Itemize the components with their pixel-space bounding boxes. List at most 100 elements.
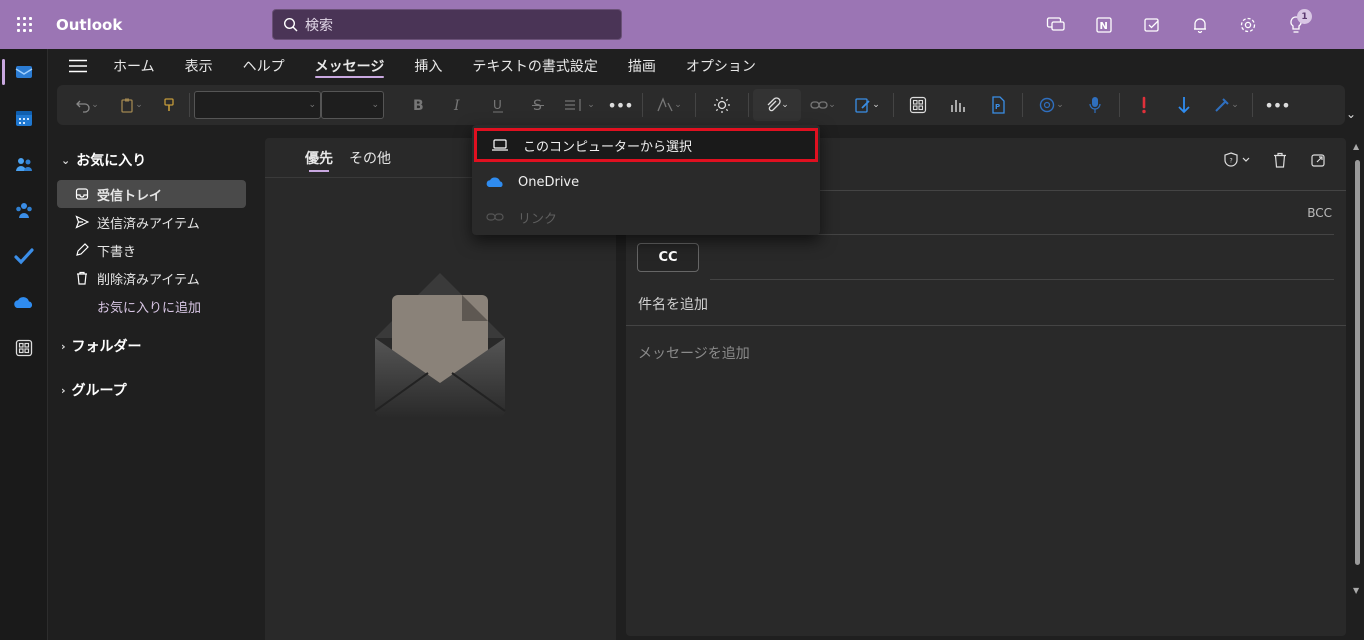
scrollbar-thumb[interactable] bbox=[1355, 160, 1360, 565]
onedrive-icon bbox=[484, 175, 506, 189]
groups-header[interactable]: › グループ bbox=[57, 370, 257, 410]
menu-item-label: リンク bbox=[518, 211, 558, 227]
send-icon bbox=[75, 215, 91, 229]
search-box[interactable]: 検索 bbox=[272, 9, 622, 40]
discard-trash-icon[interactable] bbox=[1272, 152, 1288, 172]
bcc-button[interactable]: BCC bbox=[1307, 206, 1332, 220]
dictate-icon[interactable] bbox=[1075, 89, 1115, 121]
italic-icon[interactable]: I bbox=[438, 89, 478, 121]
editor-icon[interactable]: ⌄ bbox=[647, 89, 691, 121]
chart-icon[interactable] bbox=[938, 89, 978, 121]
calendar-app-icon[interactable] bbox=[0, 95, 48, 141]
document-icon[interactable]: P bbox=[978, 89, 1018, 121]
signature-icon[interactable]: ⌄ bbox=[845, 89, 889, 121]
underline-icon[interactable]: U bbox=[478, 89, 518, 121]
todo-note-icon[interactable] bbox=[1128, 0, 1176, 49]
toolbar-divider bbox=[642, 93, 643, 117]
onenote-icon[interactable]: N bbox=[1080, 0, 1128, 49]
mail-app-icon[interactable] bbox=[0, 49, 48, 95]
tab-view[interactable]: 表示 bbox=[170, 49, 228, 83]
attach-from-onedrive[interactable]: OneDrive bbox=[472, 164, 820, 200]
folder-label: 下書き bbox=[97, 244, 137, 260]
pop-out-icon[interactable] bbox=[1310, 152, 1326, 172]
inbox-icon bbox=[75, 187, 91, 201]
folder-label: 送信済みアイテム bbox=[97, 216, 200, 232]
chevron-right-icon: › bbox=[61, 383, 66, 397]
font-name-select[interactable]: ⌄ bbox=[194, 91, 321, 119]
gear-icon[interactable] bbox=[1224, 0, 1272, 49]
link-icon[interactable]: ⌄ bbox=[801, 89, 845, 121]
folder-label: 受信トレイ bbox=[97, 188, 163, 204]
cc-button[interactable]: CC bbox=[637, 243, 699, 272]
tab-message[interactable]: メッセージ bbox=[300, 49, 400, 83]
folder-drafts[interactable]: 下書き bbox=[57, 236, 246, 264]
bell-icon[interactable] bbox=[1176, 0, 1224, 49]
lightbulb-icon[interactable]: 1 bbox=[1272, 0, 1320, 49]
folder-deleted[interactable]: 削除済みアイテム bbox=[57, 264, 246, 292]
search-icon bbox=[283, 17, 298, 31]
tab-home[interactable]: ホーム bbox=[98, 49, 170, 83]
undo-icon[interactable]: ⌄ bbox=[65, 89, 109, 121]
groups-app-icon[interactable] bbox=[0, 187, 48, 233]
strikethrough-icon[interactable]: S bbox=[518, 89, 558, 121]
ribbon-expand-icon[interactable]: ⌄ bbox=[1346, 107, 1356, 121]
more-formatting-icon[interactable]: ••• bbox=[602, 89, 638, 121]
ribbon-tabs: ホーム 表示 ヘルプ メッセージ 挿入 テキストの書式設定 描画 オプション bbox=[58, 49, 771, 83]
teams-chat-icon[interactable] bbox=[1032, 0, 1080, 49]
attach-from-computer[interactable]: このコンピューターから選択 bbox=[474, 128, 818, 162]
tab-options[interactable]: オプション bbox=[671, 49, 771, 83]
favorites-header[interactable]: ⌄ お気に入り bbox=[57, 140, 257, 180]
copilot-icon[interactable]: ⌄ bbox=[1027, 89, 1075, 121]
groups-label: グループ bbox=[71, 383, 127, 399]
sensitivity-icon[interactable]: ⌄ bbox=[1204, 89, 1248, 121]
todo-app-icon[interactable] bbox=[0, 233, 48, 279]
more-apps-icon[interactable] bbox=[0, 325, 48, 371]
brightness-icon[interactable] bbox=[700, 89, 744, 121]
bold-icon[interactable]: B bbox=[398, 89, 438, 121]
paragraph-spacing-icon[interactable]: ⌄ bbox=[558, 89, 602, 121]
attach-file-icon[interactable]: ⌄ bbox=[753, 89, 801, 121]
format-painter-icon[interactable] bbox=[153, 89, 185, 121]
empty-mailbox-illustration bbox=[370, 273, 510, 427]
message-body-field[interactable]: メッセージを追加 bbox=[638, 343, 750, 363]
apps-icon[interactable] bbox=[898, 89, 938, 121]
paste-icon[interactable]: ⌄ bbox=[109, 89, 153, 121]
more-options-icon[interactable]: ••• bbox=[1257, 89, 1297, 121]
sensitivity-shield-icon[interactable]: ? bbox=[1224, 152, 1250, 172]
app-title: Outlook bbox=[56, 15, 123, 34]
toolbar-divider bbox=[1022, 93, 1023, 117]
app-launcher-icon[interactable] bbox=[0, 0, 48, 49]
compose-scrollbar[interactable]: ▲ ▼ bbox=[1352, 140, 1362, 640]
tab-format-text[interactable]: テキストの書式設定 bbox=[457, 49, 613, 83]
high-importance-icon[interactable] bbox=[1124, 89, 1164, 121]
favorites-label: お気に入り bbox=[76, 153, 147, 169]
folder-inbox[interactable]: 受信トレイ bbox=[57, 180, 246, 208]
svg-text:I: I bbox=[453, 98, 460, 112]
people-app-icon[interactable] bbox=[0, 141, 48, 187]
font-size-select[interactable]: ⌄ bbox=[321, 91, 384, 119]
svg-text:N: N bbox=[1100, 21, 1108, 32]
low-importance-icon[interactable] bbox=[1164, 89, 1204, 121]
onedrive-app-icon[interactable] bbox=[0, 279, 48, 325]
toolbar-divider bbox=[189, 93, 190, 117]
subject-field[interactable]: 件名を追加 bbox=[638, 294, 708, 314]
scroll-up-arrow-icon[interactable]: ▲ bbox=[1353, 142, 1359, 151]
ribbon-toolbar: ⌄ ⌄ ⌄ ⌄ B I U S ⌄ ••• ⌄ ⌄ ⌄ ⌄ P ⌄ ⌄ ••• bbox=[57, 85, 1345, 125]
chevron-down-icon: ⌄ bbox=[61, 153, 71, 167]
subject-underline bbox=[626, 325, 1346, 326]
folder-label: 削除済みアイテム bbox=[97, 272, 200, 288]
add-favorite-link[interactable]: お気に入りに追加 bbox=[57, 292, 257, 320]
tab-draw[interactable]: 描画 bbox=[613, 49, 671, 83]
scroll-down-arrow-icon[interactable]: ▼ bbox=[1353, 586, 1359, 595]
tab-insert[interactable]: 挿入 bbox=[399, 49, 457, 83]
tab-focused[interactable]: 優先 bbox=[305, 138, 333, 178]
hamburger-menu-icon[interactable] bbox=[58, 49, 98, 83]
tab-other[interactable]: その他 bbox=[349, 138, 391, 178]
folder-sent[interactable]: 送信済みアイテム bbox=[57, 208, 246, 236]
menu-item-label: OneDrive bbox=[518, 174, 580, 190]
top-bar: Outlook 検索 N 1 bbox=[0, 0, 1364, 49]
tab-help[interactable]: ヘルプ bbox=[228, 49, 300, 83]
toolbar-divider bbox=[748, 93, 749, 117]
draft-icon bbox=[75, 243, 91, 257]
folders-header[interactable]: › フォルダー bbox=[57, 326, 257, 366]
